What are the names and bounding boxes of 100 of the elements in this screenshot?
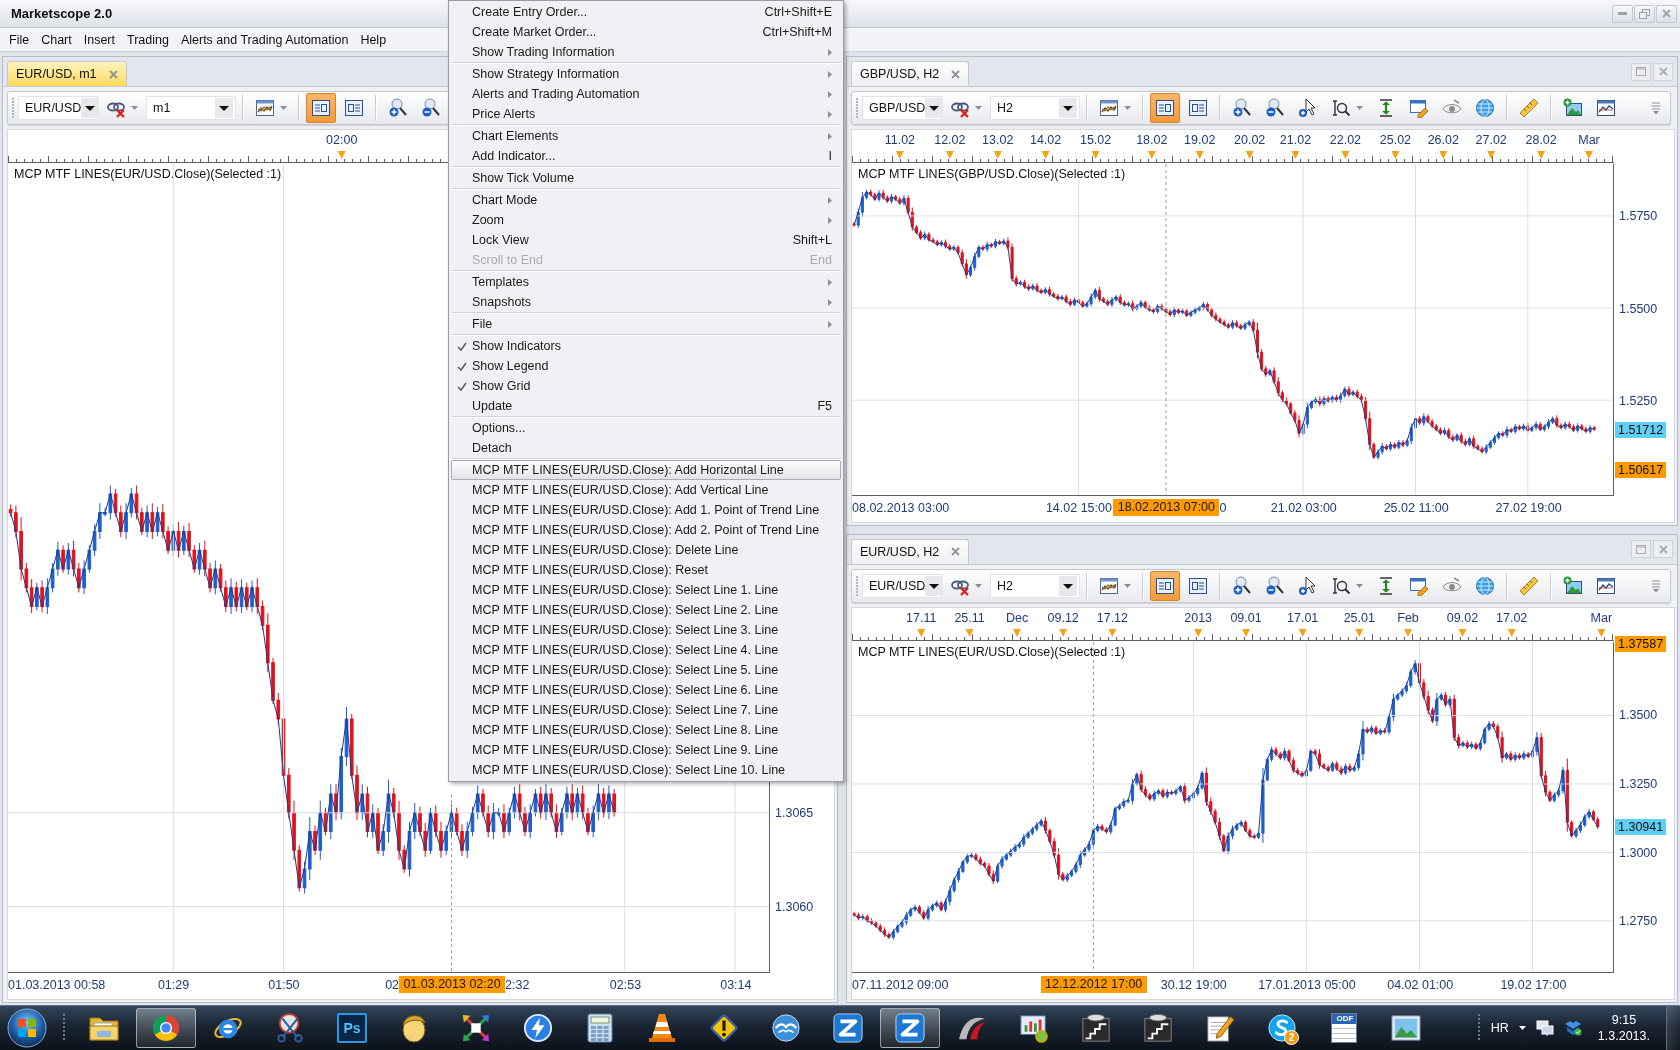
language-indicator[interactable]: HR — [1490, 1021, 1509, 1035]
menu-item[interactable]: File — [451, 314, 841, 334]
menu-item[interactable]: Show Grid — [451, 376, 841, 396]
picture-add-icon — [1563, 98, 1583, 118]
menu-bar-item[interactable]: Trading — [121, 30, 175, 49]
restore-icon — [1639, 8, 1650, 19]
picture-add-icon — [1563, 575, 1583, 596]
traffic-cone-icon — [648, 1013, 676, 1043]
chart-tab[interactable]: EUR/USD, m1 — [7, 61, 127, 86]
menu-bar-item[interactable]: Insert — [77, 30, 121, 49]
legend-box-icon — [1188, 575, 1208, 596]
caret-icon — [1518, 1026, 1526, 1030]
menu-item[interactable]: MCP MTF LINES(EUR/USD.Close): Add 1. Point of Trend Line — [451, 500, 841, 520]
menu-item[interactable]: MCP MTF LINES(EUR/USD.Close): Add 2. Point of Trend Line — [451, 520, 841, 540]
grip-handle-icon — [62, 1013, 66, 1043]
menu-item[interactable]: Templates — [451, 272, 841, 292]
timeframe-select[interactable]: m1 — [146, 96, 236, 120]
zoom-range-icon — [1331, 98, 1351, 118]
price-label: 1.3000 — [1619, 845, 1658, 860]
chart-tab[interactable]: GBP/USD, H2 — [851, 61, 970, 86]
show-desktop-button[interactable] — [1666, 1006, 1680, 1050]
menu-item[interactable]: MCP MTF LINES(EUR/USD.Close): Select Line 1. Line — [451, 580, 841, 600]
lightning-icon — [523, 1013, 553, 1043]
symbol-select[interactable]: EUR/USD — [862, 573, 942, 598]
menu-item[interactable]: Create Entry Order... Ctrl+Shift+E — [451, 2, 841, 22]
menu-item[interactable]: Show Strategy Information — [451, 64, 841, 84]
menu-item[interactable]: MCP MTF LINES(EUR/USD.Close): Select Line 3. Line — [451, 620, 841, 640]
menu-item[interactable]: Show Indicators — [451, 336, 841, 356]
menu-item[interactable]: MCP MTF LINES(EUR/USD.Close): Reset — [451, 560, 841, 580]
app-logo-tile: Ps — [337, 1013, 367, 1043]
zoom-out-icon — [421, 98, 441, 118]
network-button[interactable] — [1535, 1020, 1554, 1036]
zigzag-tile-icon — [895, 1013, 925, 1043]
menu-item[interactable]: Price Alerts — [451, 104, 841, 124]
menu-item[interactable]: Add Indicator... I — [451, 146, 841, 166]
taskbar-app-button[interactable] — [136, 1008, 196, 1048]
menu-item[interactable]: Zoom — [451, 210, 841, 230]
show-hidden-icons-button[interactable] — [1518, 1026, 1526, 1030]
menu-item[interactable]: Options... — [451, 418, 841, 438]
taskbar-app-button[interactable]: ODF — [1314, 1008, 1374, 1048]
menu-item[interactable]: MCP MTF LINES(EUR/USD.Close): Select Line 4. Line — [451, 640, 841, 660]
caret-icon — [1124, 106, 1131, 110]
taskbar-app-button[interactable] — [880, 1008, 940, 1048]
shortcut-text: F5 — [817, 399, 832, 413]
cursor-plus-icon — [1298, 575, 1318, 596]
toolbar-button[interactable] — [306, 93, 336, 123]
legend-box-icon — [1188, 98, 1208, 118]
taskbar-app-button[interactable]: Ps — [322, 1008, 382, 1048]
grip-handle-icon — [855, 97, 859, 119]
menu-bar-item[interactable]: Chart — [35, 30, 78, 49]
menu-item[interactable]: MCP MTF LINES(EUR/USD.Close): Select Line 8. Line — [451, 720, 841, 740]
timeframe-select[interactable]: H2 — [990, 96, 1080, 120]
shortcut-text: Ctrl+Shift+E — [764, 5, 832, 19]
chart-tab[interactable]: EUR/USD, H2 — [851, 538, 970, 564]
caret-icon — [280, 106, 287, 110]
date-label: 09.02 — [1446, 610, 1479, 625]
menu-item[interactable]: MCP MTF LINES(EUR/USD.Close): Select Line 5. Line — [451, 660, 841, 680]
menu-item[interactable]: MCP MTF LINES(EUR/USD.Close): Delete Line — [451, 540, 841, 560]
shortcut-text: I — [828, 149, 832, 163]
window-title: Marketscope 2.0 — [11, 6, 113, 21]
menu-item[interactable]: Show Legend — [451, 356, 841, 376]
menu-item[interactable]: MCP MTF LINES(EUR/USD.Close): Add Horizontal Line — [451, 460, 841, 480]
menu-item[interactable]: Lock View Shift+L — [451, 230, 841, 250]
zoom-in-icon — [1232, 575, 1252, 596]
menu-item[interactable]: Update F5 — [451, 396, 841, 416]
legend-box-icon — [344, 98, 364, 118]
date-label: Mar — [1578, 133, 1600, 147]
symbol-select[interactable]: GBP/USD — [862, 96, 942, 120]
menu-item[interactable]: MCP MTF LINES(EUR/USD.Close): Select Line 2. Line — [451, 600, 841, 620]
date-label: 11.02 — [884, 133, 916, 147]
toolbar-button[interactable] — [1150, 93, 1180, 123]
sync-button[interactable] — [1563, 1020, 1582, 1036]
timeframe-select[interactable]: H2 — [990, 573, 1080, 598]
menu-item[interactable]: Detach — [451, 438, 841, 458]
menu-item[interactable]: Show Trading Information — [451, 42, 841, 62]
symbol-select[interactable]: EUR/USD — [18, 96, 98, 120]
submenu-arrow-icon — [828, 90, 832, 98]
menu-bar-item[interactable]: File — [3, 30, 36, 49]
toolbar-button[interactable] — [1150, 570, 1180, 601]
menu-item[interactable]: Snapshots — [451, 292, 841, 312]
menu-item[interactable]: MCP MTF LINES(EUR/USD.Close): Select Line 9. Line — [451, 740, 841, 760]
menu-item[interactable]: Chart Elements — [451, 126, 841, 146]
menu-item[interactable]: MCP MTF LINES(EUR/USD.Close): Select Line 6. Line — [451, 680, 841, 700]
maximize-icon — [1636, 67, 1646, 76]
menu-item[interactable]: Show Tick Volume — [451, 168, 841, 188]
caret-icon — [975, 106, 982, 110]
time-label: 2:32 — [505, 978, 530, 992]
menu-item[interactable]: MCP MTF LINES(EUR/USD.Close): Select Line 10. Line — [451, 760, 841, 780]
menu-bar-item[interactable]: Help — [354, 30, 393, 49]
submenu-arrow-icon — [828, 132, 832, 140]
line-chart-icon — [1099, 575, 1119, 596]
close-icon — [1662, 9, 1671, 18]
menu-item[interactable]: Create Market Order... Ctrl+Shift+M — [451, 22, 841, 42]
time-label: 17.01.2013 05:00 — [1258, 978, 1356, 992]
menu-item[interactable]: Alerts and Trading Automation — [451, 84, 841, 104]
folder-icon — [89, 1014, 119, 1042]
menu-bar-item[interactable]: Alerts and Trading Automation — [174, 30, 355, 49]
menu-item[interactable]: MCP MTF LINES(EUR/USD.Close): Select Line 7. Line — [451, 700, 841, 720]
menu-item[interactable]: MCP MTF LINES(EUR/USD.Close): Add Vertical Line — [451, 480, 841, 500]
menu-item[interactable]: Chart Mode — [451, 190, 841, 210]
